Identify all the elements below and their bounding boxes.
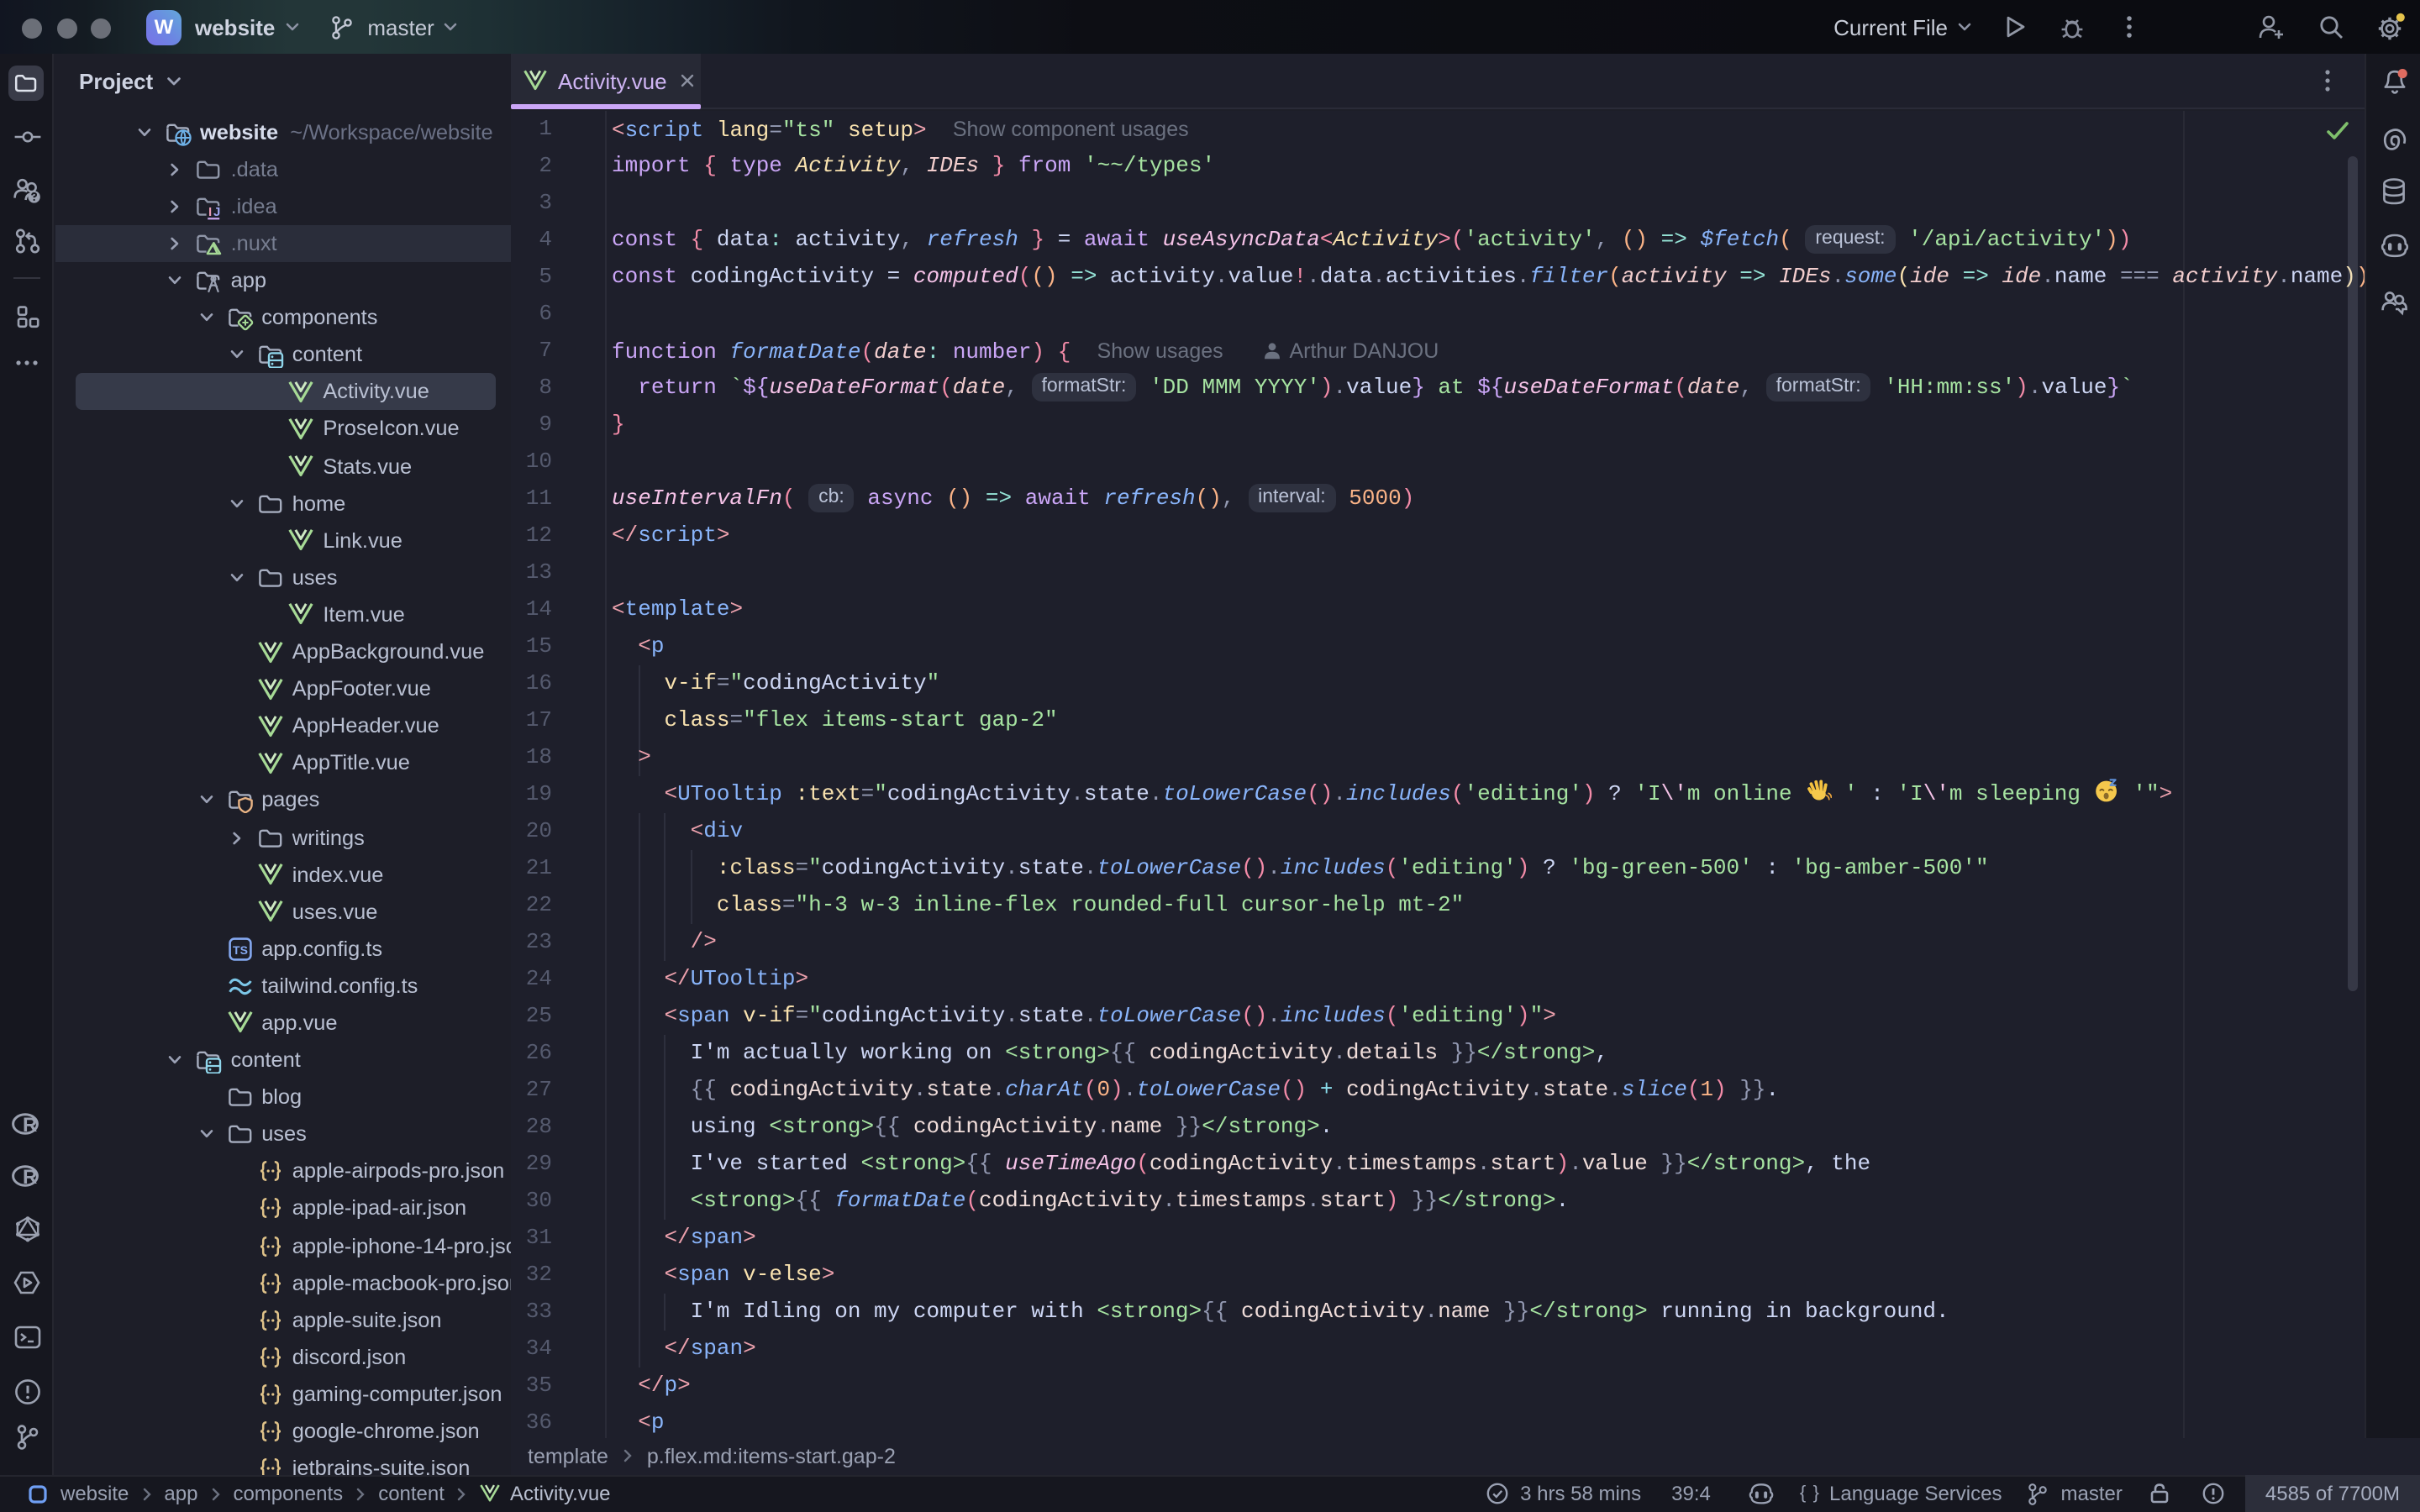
svg-text:I: I bbox=[209, 205, 213, 219]
svg-text:R: R bbox=[22, 1165, 36, 1188]
svg-text:J: J bbox=[214, 205, 221, 219]
svg-text:R: R bbox=[22, 1114, 36, 1137]
svg-text:TS: TS bbox=[232, 943, 247, 957]
